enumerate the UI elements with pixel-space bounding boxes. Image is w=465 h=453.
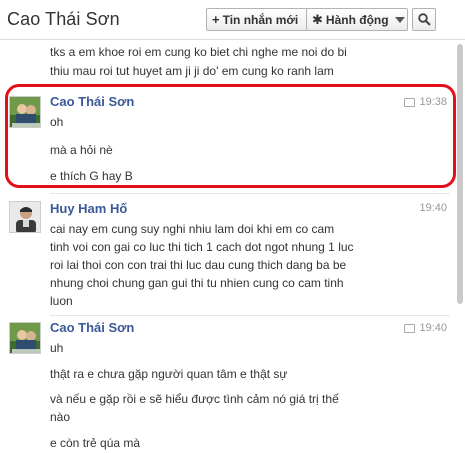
search-icon <box>417 13 431 26</box>
message-line: nào <box>50 410 71 424</box>
message-line: e còn trẻ qúa mà <box>50 436 141 450</box>
conversation-header: Cao Thái Sơn + Tin nhắn mới ✱ Hành động <box>0 0 465 40</box>
actions-button[interactable]: ✱ Hành động <box>306 8 408 31</box>
message-time: 19:40 <box>419 202 447 214</box>
message-time: 19:40 <box>404 322 447 334</box>
message-line: uh <box>50 341 64 355</box>
message-line: cai nay em cung suy nghi nhiu lam doi kh… <box>50 222 335 236</box>
new-message-label: Tin nhắn mới <box>222 12 299 27</box>
reply-icon[interactable] <box>404 323 416 333</box>
timestamp: 19:40 <box>419 322 447 334</box>
scrollbar[interactable] <box>457 44 463 304</box>
message-line: thật ra e chưa gặp người quan tâm e thật… <box>50 367 288 381</box>
timestamp: 19:40 <box>419 202 447 214</box>
message-line: roi lai thoi con con trai thi luc dau cu… <box>50 258 347 272</box>
message-line: tinh voi con gai co luc thi tich 1 cach … <box>50 240 354 254</box>
avatar[interactable] <box>9 322 41 354</box>
plus-icon: + <box>212 12 220 27</box>
message-line: luon <box>50 294 73 308</box>
conversation-title: Cao Thái Sơn <box>7 9 120 29</box>
divider <box>50 193 450 194</box>
gear-icon: ✱ <box>312 11 323 27</box>
message-line: thiu mau roi tut huyet am ji ji do' em c… <box>50 64 334 78</box>
sender-name[interactable]: Huy Ham Hố <box>50 201 127 216</box>
actions-label: Hành động <box>325 12 389 27</box>
message-line: nhung choi chung gan gui thi tu nhien cu… <box>50 276 344 290</box>
message-line: và nếu e gặp rồi e sẽ hiểu được tình cảm… <box>50 392 339 406</box>
avatar[interactable] <box>9 201 41 233</box>
sender-name[interactable]: Cao Thái Sơn <box>50 320 134 335</box>
highlight-annotation <box>5 84 456 188</box>
message-line: tks a em khoe roi em cung ko biet chi ng… <box>50 45 347 59</box>
divider <box>50 315 450 316</box>
chevron-down-icon <box>394 16 405 23</box>
search-button[interactable] <box>412 8 436 31</box>
